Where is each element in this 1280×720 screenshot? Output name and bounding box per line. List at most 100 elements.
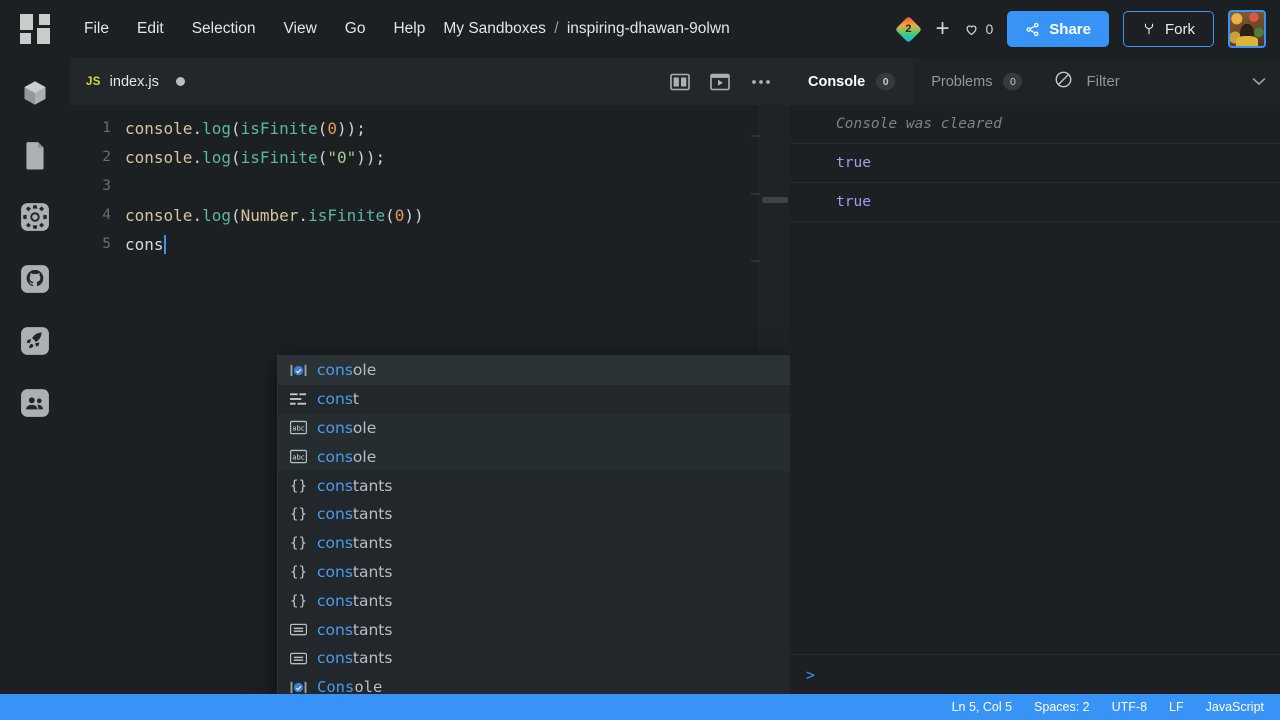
- console-message: true: [836, 194, 871, 210]
- autocomplete-label: Console: [317, 678, 383, 694]
- clear-console-icon: [1056, 71, 1072, 87]
- line-number: 4: [102, 207, 111, 223]
- autocomplete-item[interactable]: const: [278, 385, 790, 414]
- autocomplete-item[interactable]: console: [278, 356, 790, 385]
- like-button[interactable]: 0: [964, 21, 994, 37]
- console-filter-label[interactable]: Filter: [1086, 73, 1119, 90]
- console-input-row[interactable]: >: [790, 654, 1280, 694]
- autocomplete-label: constants: [317, 620, 393, 639]
- menu-go[interactable]: Go: [331, 14, 380, 44]
- top-menu-bar: File Edit Selection View Go Help My Sand…: [0, 0, 1280, 58]
- console-output[interactable]: Console was cleared true true: [790, 105, 1280, 654]
- keyword-icon: [290, 391, 307, 408]
- sidebar-item-dependencies[interactable]: [18, 76, 52, 110]
- code-line: 5 cons: [70, 230, 790, 259]
- more-options-button[interactable]: [750, 78, 772, 86]
- codesandbox-ide: File Edit Selection View Go Help My Sand…: [0, 0, 1280, 720]
- split-editor-button[interactable]: [670, 73, 690, 91]
- github-icon: [21, 265, 49, 293]
- autocomplete-label: constants: [317, 534, 393, 553]
- sidebar-item-live-collaboration[interactable]: [18, 386, 52, 420]
- breadcrumb-workspace[interactable]: My Sandboxes: [443, 20, 546, 37]
- menu-selection[interactable]: Selection: [178, 14, 270, 44]
- fork-label: Fork: [1165, 20, 1195, 38]
- tab-console[interactable]: Console 0: [790, 58, 914, 105]
- sidebar-item-files[interactable]: [18, 138, 52, 172]
- console-count-badge: 0: [876, 73, 896, 90]
- svg-text:{}: {}: [290, 565, 307, 580]
- braces-icon: {}: [290, 592, 307, 609]
- preview-play-icon: [710, 73, 730, 90]
- autocomplete-item[interactable]: constants: [278, 615, 790, 644]
- svg-text:{}: {}: [290, 536, 307, 551]
- svg-text:abc: abc: [292, 425, 304, 433]
- codesandbox-logo[interactable]: [0, 0, 70, 58]
- code-editor[interactable]: 1 console.log(isFinite(0)); 2 console.lo…: [70, 105, 790, 694]
- unsaved-indicator-icon: [175, 77, 185, 86]
- open-preview-button[interactable]: [710, 73, 730, 91]
- tab-problems[interactable]: Problems 0: [913, 58, 1041, 105]
- autocomplete-popup[interactable]: console const abc console abc console {}…: [277, 355, 790, 694]
- autocomplete-item[interactable]: {} constants: [278, 471, 790, 500]
- sidebar-item-settings[interactable]: [18, 200, 52, 234]
- clear-console-button[interactable]: [1054, 70, 1073, 94]
- autocomplete-label: constants: [317, 476, 393, 495]
- tabbar-empty-space: [225, 58, 660, 105]
- sandbox-privacy-badge[interactable]: 2: [895, 15, 922, 43]
- autocomplete-item[interactable]: constants: [278, 644, 790, 673]
- gear-icon: [21, 203, 49, 231]
- console-message: Console was cleared: [836, 116, 1002, 132]
- activity-bar: [0, 58, 70, 694]
- autocomplete-item[interactable]: Console: [278, 673, 790, 694]
- code-line: 4 console.log(Number.isFinite(0)): [70, 201, 790, 230]
- autocomplete-item[interactable]: {} constants: [278, 529, 790, 558]
- console-row: Console was cleared: [790, 105, 1280, 144]
- autocomplete-item[interactable]: abc console: [278, 442, 790, 472]
- code-line: 1 console.log(isFinite(0));: [70, 114, 790, 143]
- line-content: cons: [125, 235, 166, 254]
- new-sandbox-button[interactable]: +: [935, 17, 949, 41]
- status-indentation[interactable]: Spaces: 2: [1034, 700, 1090, 714]
- code-line: 3: [70, 172, 790, 201]
- autocomplete-item[interactable]: {} constants: [278, 500, 790, 529]
- autocomplete-item[interactable]: {} constants: [278, 586, 790, 615]
- split-editor-icon: [670, 73, 690, 90]
- braces-icon: {}: [290, 506, 307, 523]
- editor-pane: JS index.js 1 console.log(isFinite(0)); …: [70, 58, 790, 694]
- tab-problems-label: Problems: [931, 73, 993, 90]
- tab-index-js[interactable]: JS index.js: [70, 58, 225, 105]
- module-icon: [290, 679, 307, 694]
- abc-icon: abc: [290, 419, 307, 436]
- status-language-mode[interactable]: JavaScript: [1206, 700, 1264, 714]
- breadcrumb-sandbox-name[interactable]: inspiring-dhawan-9olwn: [567, 20, 730, 37]
- status-line-ending[interactable]: LF: [1169, 700, 1184, 714]
- like-count: 0: [985, 21, 994, 37]
- editor-scrollbar-thumb[interactable]: [762, 197, 788, 203]
- line-number: 5: [102, 236, 111, 252]
- sidebar-item-github[interactable]: [18, 262, 52, 296]
- avatar[interactable]: [1228, 10, 1266, 48]
- share-button[interactable]: Share: [1007, 11, 1109, 47]
- menu-view[interactable]: View: [269, 14, 330, 44]
- console-filter-dropdown[interactable]: [1252, 73, 1266, 91]
- menu-file[interactable]: File: [70, 14, 123, 44]
- status-encoding[interactable]: UTF-8: [1112, 700, 1147, 714]
- sidebar-item-deployment[interactable]: [18, 324, 52, 358]
- menu-edit[interactable]: Edit: [123, 14, 178, 44]
- line-content: console.log(isFinite("0"));: [125, 148, 386, 167]
- status-cursor-position[interactable]: Ln 5, Col 5: [952, 700, 1012, 714]
- fork-icon: [1144, 23, 1154, 35]
- tab-console-label: Console: [808, 73, 866, 90]
- console-prompt-icon: >: [806, 665, 816, 684]
- autocomplete-item[interactable]: {} constants: [278, 558, 790, 587]
- console-tabbar: Console 0 Problems 0 Filter: [790, 58, 1280, 105]
- console-row: true: [790, 183, 1280, 222]
- fork-button[interactable]: Fork: [1123, 11, 1214, 47]
- svg-text:abc: abc: [292, 454, 304, 462]
- problems-count-badge: 0: [1003, 73, 1023, 90]
- svg-text:{}: {}: [290, 478, 307, 493]
- file-icon: [26, 142, 44, 170]
- menu-help[interactable]: Help: [379, 14, 439, 44]
- autocomplete-item[interactable]: abc console: [278, 413, 790, 443]
- line-content: console.log(isFinite(0));: [125, 119, 366, 138]
